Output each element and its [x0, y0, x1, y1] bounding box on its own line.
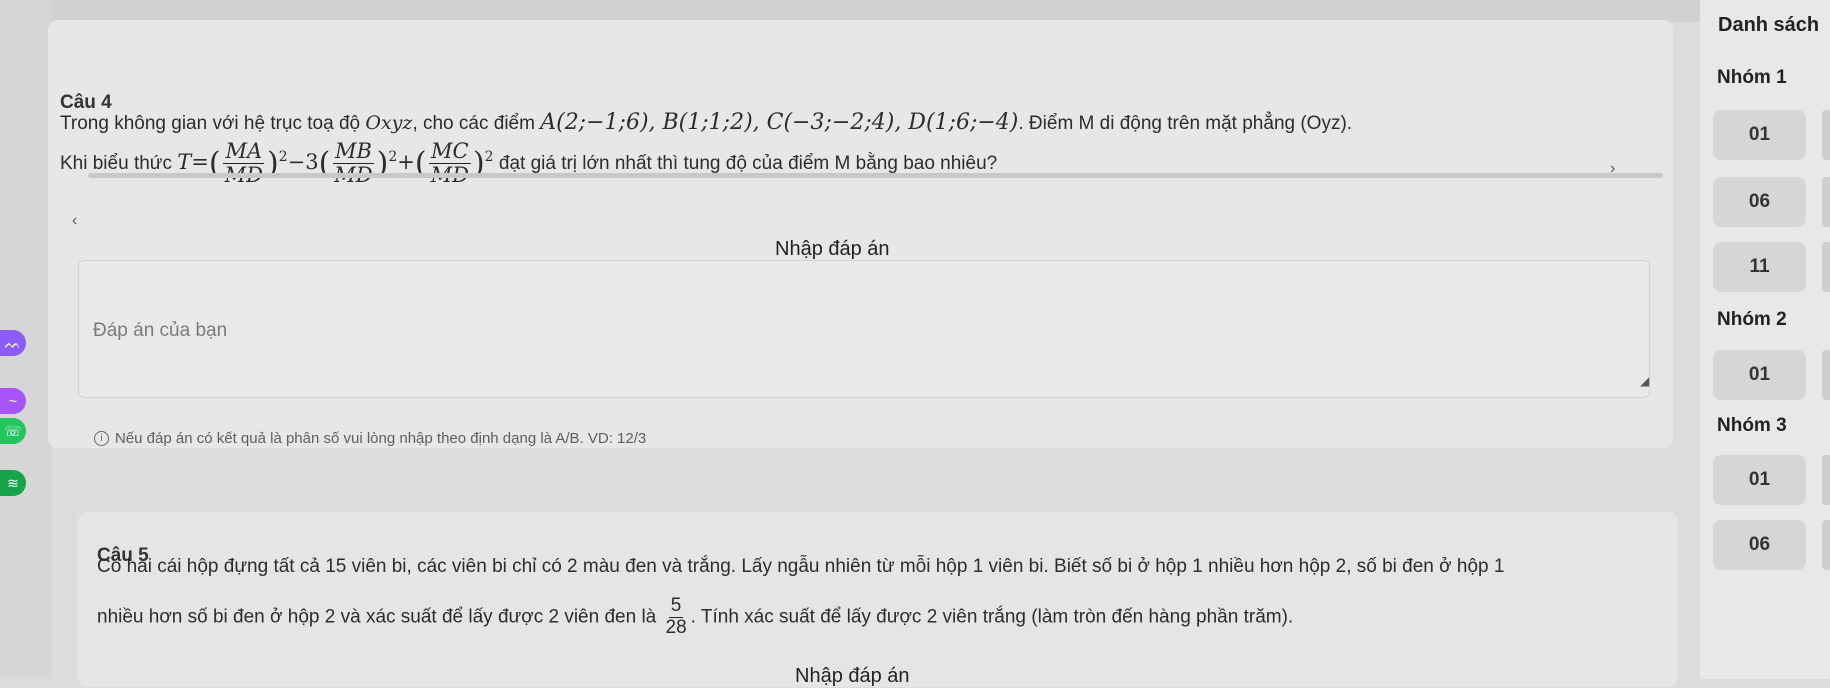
chip-edge: [1822, 350, 1830, 400]
question-text: Trong không gian với hệ trục toạ độ: [60, 113, 366, 134]
answer-input[interactable]: [78, 260, 1650, 398]
panel-title: Danh sách: [1718, 14, 1820, 36]
left-rail: ᨓ ~ ☏ ≋: [0, 0, 52, 679]
phone-icon[interactable]: ☏: [0, 418, 26, 444]
horizontal-scrollbar[interactable]: [88, 173, 1663, 178]
scroll-right-icon[interactable]: ›: [1610, 160, 1615, 178]
coordinate-system: Oxyz: [365, 112, 413, 134]
hint-text: Nếu đáp án có kết quả là phân số vui lòn…: [115, 430, 647, 447]
question-chip[interactable]: 01: [1713, 455, 1806, 505]
info-icon: i: [94, 431, 109, 446]
top-band: [0, 0, 1700, 22]
chip-edge: [1822, 110, 1830, 160]
group-title: Nhóm 2: [1717, 309, 1787, 330]
fraction-mb-md: MBMD: [333, 139, 374, 187]
scroll-left-icon[interactable]: ‹: [72, 212, 77, 230]
fraction-mc-md: MCMD: [428, 139, 471, 187]
chip-edge: [1822, 520, 1830, 570]
answer-placeholder: Đáp án của bạn: [93, 320, 228, 341]
answer-heading: Nhập đáp án: [775, 238, 890, 260]
question-line-1: Trong không gian với hệ trục toạ độ Oxyz…: [60, 110, 1352, 135]
question-text: đạt giá trị lớn nhất thì tung độ của điể…: [493, 153, 998, 175]
question-chip[interactable]: 01: [1713, 110, 1806, 160]
fraction-5-28: 5 28: [665, 595, 687, 638]
expression: T=(MAMD)2−3(MBMD)2+(MCMD)2: [177, 139, 493, 186]
question-line-2: nhiều hơn số bi đen ở hộp 2 và xác suất …: [97, 595, 1294, 639]
question-text: . Tính xác suất để lấy được 2 viên trắng…: [690, 606, 1294, 628]
answer-hint: i Nếu đáp án có kết quả là phân số vui l…: [94, 430, 646, 447]
group-title: Nhóm 3: [1717, 415, 1787, 436]
question-chip[interactable]: 06: [1713, 520, 1806, 570]
chip-edge: [1822, 177, 1830, 227]
question-line-1: Có hai cái hộp đựng tất cả 15 viên bi, c…: [97, 556, 1505, 577]
question-text: nhiều hơn số bi đen ở hộp 2 và xác suất …: [97, 606, 662, 628]
question-chip[interactable]: 06: [1713, 177, 1806, 227]
swirl-icon[interactable]: ~: [0, 388, 26, 414]
fraction-ma-md: MAMD: [223, 139, 265, 187]
wave-icon[interactable]: ᨓ: [0, 330, 26, 356]
wifi-icon[interactable]: ≋: [0, 470, 26, 496]
group-title: Nhóm 1: [1717, 67, 1787, 88]
points-list: A(2;−1;6), B(1;1;2), C(−3;−2;4), D(1;6;−…: [540, 110, 1019, 135]
question-text: , cho các điểm: [412, 113, 541, 134]
question-line-2: Khi biểu thức T=(MAMD)2−3(MBMD)2+(MCMD)2…: [60, 139, 998, 187]
question-chip[interactable]: 01: [1713, 350, 1806, 400]
chip-edge: [1822, 455, 1830, 505]
question-list-panel: [1700, 0, 1830, 679]
answer-heading: Nhập đáp án: [795, 665, 910, 687]
question-text: Khi biểu thức: [60, 153, 178, 175]
question-chip[interactable]: 11: [1713, 242, 1806, 292]
resize-handle-icon[interactable]: ◢: [1640, 374, 1649, 388]
expr-t: T=: [177, 150, 209, 175]
question-text: . Điểm M di động trên mặt phẳng (Oyz).: [1018, 113, 1353, 134]
chip-edge: [1822, 242, 1830, 292]
